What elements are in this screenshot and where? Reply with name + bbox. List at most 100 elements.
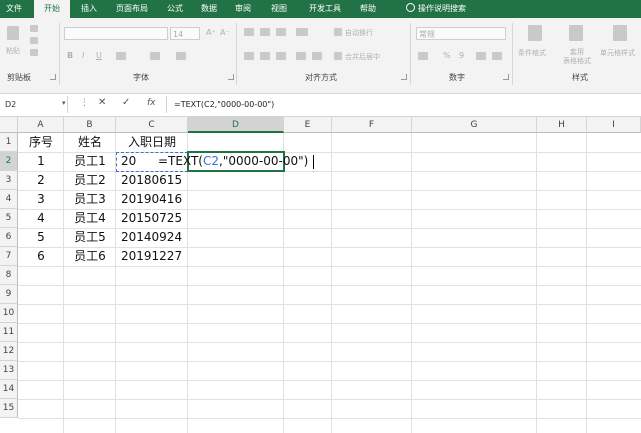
tab-file[interactable]: 文件 [0,0,28,18]
column-header-b[interactable]: B [64,117,116,133]
tab-developer[interactable]: 开发工具 [303,0,347,18]
conditional-format-button[interactable]: 条件格式 [518,48,546,58]
cell-a4[interactable]: 3 [18,190,64,209]
formula-input[interactable]: =TEXT(C2,"0000-00-00") [174,96,274,113]
cell-c5[interactable]: 20150725 [121,209,187,228]
align-bottom-icon[interactable] [276,28,286,36]
cell-a2[interactable]: 1 [18,152,64,171]
font-size-combo[interactable]: 14 [170,27,200,40]
row-header-7[interactable]: 7 [0,247,18,266]
row-header-4[interactable]: 4 [0,190,18,209]
format-painter-icon[interactable] [30,49,38,56]
cell-c1[interactable]: 入职日期 [116,133,188,152]
cell-b5[interactable]: 员工4 [64,209,116,228]
cut-icon[interactable] [30,25,38,32]
accounting-format-icon[interactable] [418,52,428,60]
tab-insert[interactable]: 插入 [76,0,102,18]
underline-button[interactable]: U [96,51,102,60]
comma-style-button[interactable]: 9 [459,51,464,60]
grow-font-icon[interactable]: A⁺ [206,28,216,37]
row-header-11[interactable]: 11 [0,323,18,342]
cell-c3[interactable]: 20180615 [121,171,187,190]
tell-me-search[interactable]: 操作说明搜索 [396,0,476,18]
cell-c4[interactable]: 20190416 [121,190,187,209]
align-top-icon[interactable] [244,28,254,36]
borders-icon[interactable] [116,52,126,60]
insert-function-button[interactable]: fx [147,98,156,108]
font-color-icon[interactable] [176,52,186,60]
format-as-table-button[interactable]: 套用 表格格式 [560,48,594,66]
percent-button[interactable]: % [443,51,451,60]
cancel-icon[interactable]: ✕ [98,97,106,108]
row-header-2[interactable]: 2 [0,152,18,171]
name-box[interactable]: D2 [0,96,68,113]
enter-icon[interactable]: ✓ [122,97,130,108]
row-header-3[interactable]: 3 [0,171,18,190]
worksheet-grid[interactable]: A B C D E F G H I 1 2 3 4 5 6 7 8 9 10 1… [0,117,641,433]
font-launcher-icon[interactable] [228,74,234,80]
cell-a1[interactable]: 序号 [18,133,64,152]
cell-a3[interactable]: 2 [18,171,64,190]
cell-b1[interactable]: 姓名 [64,133,116,152]
tab-help[interactable]: 帮助 [355,0,381,18]
cell-b6[interactable]: 员工5 [64,228,116,247]
column-header-i[interactable]: I [587,117,641,133]
orientation-icon[interactable] [296,28,308,36]
font-name-combo[interactable] [64,27,168,40]
row-header-6[interactable]: 6 [0,228,18,247]
row-header-5[interactable]: 5 [0,209,18,228]
row-header-12[interactable]: 12 [0,342,18,361]
align-center-icon[interactable] [260,52,270,60]
row-header-14[interactable]: 14 [0,380,18,399]
row-header-15[interactable]: 15 [0,399,18,418]
clipboard-launcher-icon[interactable] [50,74,56,80]
cell-styles-icon[interactable] [613,25,627,41]
column-header-d[interactable]: D [188,117,284,133]
italic-button[interactable]: I [82,51,84,60]
paste-icon[interactable] [7,26,19,40]
align-left-icon[interactable] [244,52,254,60]
format-as-table-icon[interactable] [569,25,583,41]
row-header-13[interactable]: 13 [0,361,18,380]
cell-styles-button[interactable]: 单元格样式 [600,48,635,58]
number-format-combo[interactable]: 常规 [416,27,506,40]
cell-c7[interactable]: 20191227 [121,247,187,266]
column-header-g[interactable]: G [412,117,537,133]
wrap-text-icon[interactable] [334,28,342,36]
number-launcher-icon[interactable] [503,74,509,80]
cell-b2[interactable]: 员工1 [64,152,116,171]
merge-center-button[interactable]: 合并后居中 [345,52,380,62]
column-header-c[interactable]: C [116,117,188,133]
row-header-10[interactable]: 10 [0,304,18,323]
name-box-dropdown-icon[interactable]: ▾ [62,99,66,107]
increase-decimal-icon[interactable] [476,52,486,60]
alignment-launcher-icon[interactable] [401,74,407,80]
align-middle-icon[interactable] [260,28,270,36]
fill-color-icon[interactable] [150,52,160,60]
cell-b7[interactable]: 员工6 [64,247,116,266]
align-right-icon[interactable] [276,52,286,60]
conditional-format-icon[interactable] [528,25,542,41]
cell-b4[interactable]: 员工3 [64,190,116,209]
row-header-9[interactable]: 9 [0,285,18,304]
merge-center-icon[interactable] [334,52,342,60]
decrease-decimal-icon[interactable] [492,52,502,60]
tab-formulas[interactable]: 公式 [162,0,188,18]
cell-a6[interactable]: 5 [18,228,64,247]
in-cell-formula-editor[interactable]: =TEXT(C2,"0000-00-00") [158,152,318,171]
row-header-1[interactable]: 1 [0,133,18,152]
column-header-a[interactable]: A [18,117,64,133]
copy-icon[interactable] [30,37,38,44]
tab-home[interactable]: 开始 [34,0,70,19]
tab-review[interactable]: 审阅 [230,0,256,18]
row-header-8[interactable]: 8 [0,266,18,285]
indent-decrease-icon[interactable] [296,52,306,60]
tab-view[interactable]: 视图 [266,0,292,18]
cell-a5[interactable]: 4 [18,209,64,228]
tab-data[interactable]: 数据 [196,0,222,18]
indent-increase-icon[interactable] [312,52,322,60]
shrink-font-icon[interactable]: A⁻ [220,28,230,37]
column-header-h[interactable]: H [537,117,587,133]
cell-b3[interactable]: 员工2 [64,171,116,190]
tab-page-layout[interactable]: 页面布局 [110,0,154,18]
